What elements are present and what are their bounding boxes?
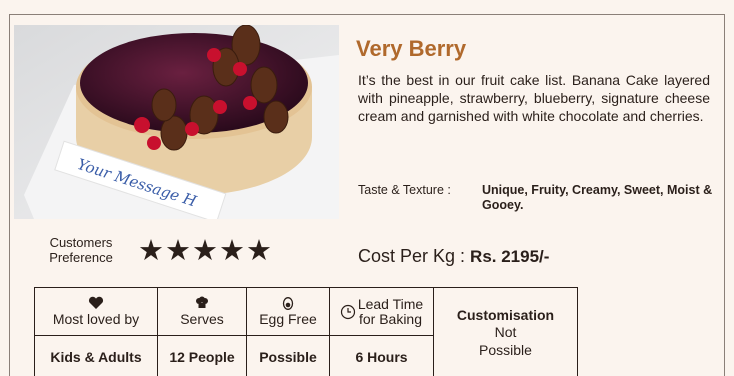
cost-value: Rs. 2195/-: [470, 247, 550, 266]
header-egg-free: Egg Free: [246, 287, 330, 336]
value-egg-free: Possible: [246, 335, 330, 376]
customisation-value-line1: Not: [494, 323, 517, 340]
customisation-value-line2: Possible: [479, 341, 532, 358]
header-serves: Serves: [157, 287, 247, 336]
heart-icon: [88, 296, 104, 309]
value-most-loved-by: Kids & Adults: [34, 335, 158, 376]
cake-info-table: Most loved by Serves Egg Free Lead Time …: [34, 287, 578, 376]
cake-photo: Your Message H: [14, 25, 339, 219]
value-serves: 12 People: [157, 335, 247, 376]
product-title: Very Berry: [356, 36, 467, 61]
customers-preference-label: Customers Preference: [38, 235, 124, 265]
preference-label-line1: Customers: [49, 235, 113, 250]
preference-label-line2: Preference: [49, 250, 113, 265]
taste-texture-label: Taste & Texture :: [358, 183, 451, 197]
rating-stars: ★★★★★: [138, 233, 273, 267]
taste-texture-value: Unique, Fruity, Creamy, Sweet, Moist & G…: [482, 183, 713, 212]
cost-per-kg: Cost Per Kg : Rs. 2195/-: [358, 246, 549, 267]
customisation-cell: Customisation Not Possible: [433, 287, 578, 376]
cost-label: Cost Per Kg :: [358, 246, 471, 266]
product-description: It’s the best in our fruit cake list. Ba…: [358, 72, 710, 124]
chef-hat-icon: [196, 296, 208, 308]
header-lead-time: Lead Time for Baking: [329, 287, 434, 336]
egg-icon: [282, 297, 294, 310]
header-most-loved-by: Most loved by: [34, 287, 158, 336]
clock-icon: [340, 304, 355, 319]
customisation-header: Customisation: [456, 306, 555, 323]
value-lead-time: 6 Hours: [329, 335, 434, 376]
